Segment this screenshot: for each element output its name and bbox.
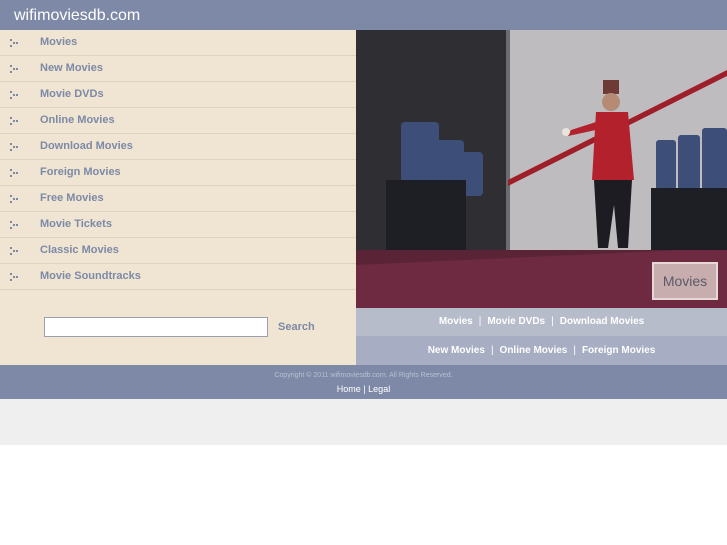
dotted-bullet-icon — [10, 39, 18, 47]
dotted-bullet-icon — [10, 91, 18, 99]
site-header: wifimoviesdb.com — [0, 0, 727, 30]
sidebar-item-movie-soundtracks[interactable]: Movie Soundtracks — [0, 264, 356, 290]
dotted-bullet-icon — [10, 273, 18, 281]
sidebar-item-label[interactable]: Movie DVDs — [40, 88, 104, 100]
dotted-bullet-icon — [10, 117, 18, 125]
hero-image: Movies — [356, 30, 727, 308]
sidebar-item-label[interactable]: Movie Tickets — [40, 218, 112, 230]
sidebar-item-movies[interactable]: Movies — [0, 30, 356, 56]
sidebar-item-label[interactable]: Classic Movies — [40, 244, 119, 256]
dotted-bullet-icon — [10, 169, 18, 177]
link-movies[interactable]: Movies — [439, 316, 473, 327]
search-input[interactable] — [44, 317, 268, 337]
dotted-bullet-icon — [10, 143, 18, 151]
dotted-bullet-icon — [10, 247, 18, 255]
sidebar-item-label[interactable]: Movies — [40, 36, 77, 48]
dotted-bullet-icon — [10, 195, 18, 203]
links-row-secondary: New Movies | Online Movies | Foreign Movies — [356, 336, 727, 365]
footer-home-link[interactable]: Home — [337, 384, 361, 394]
sidebar-nav: Movies New Movies Movie DVDs Online Movi… — [0, 30, 356, 365]
sidebar-item-movie-tickets[interactable]: Movie Tickets — [0, 212, 356, 238]
sidebar-item-new-movies[interactable]: New Movies — [0, 56, 356, 82]
link-online-movies[interactable]: Online Movies — [500, 345, 568, 356]
site-footer: Copyright © 2011 wifimoviesdb.com. All R… — [0, 365, 727, 399]
sidebar-item-foreign-movies[interactable]: Foreign Movies — [0, 160, 356, 186]
bottom-band — [0, 399, 727, 445]
sidebar-item-label[interactable]: Foreign Movies — [40, 166, 121, 178]
sidebar-item-label[interactable]: Online Movies — [40, 114, 115, 126]
link-separator: | — [478, 316, 482, 327]
movies-badge-label: Movies — [662, 273, 708, 289]
footer-separator: | — [363, 384, 366, 394]
link-foreign-movies[interactable]: Foreign Movies — [582, 345, 655, 356]
link-separator: | — [573, 345, 576, 356]
links-row-primary: Movies | Movie DVDs | Download Movies — [356, 308, 727, 336]
sidebar-item-online-movies[interactable]: Online Movies — [0, 108, 356, 134]
footer-legal-link[interactable]: Legal — [368, 384, 390, 394]
copyright-text: Copyright © 2011 wifimoviesdb.com. All R… — [274, 372, 453, 379]
dotted-bullet-icon — [10, 65, 18, 73]
search-button[interactable]: Search — [278, 321, 315, 333]
site-title[interactable]: wifimoviesdb.com — [14, 7, 140, 25]
sidebar-item-label[interactable]: Download Movies — [40, 140, 133, 152]
link-separator: | — [490, 345, 494, 356]
sidebar-item-label[interactable]: Free Movies — [40, 192, 104, 204]
sidebar-item-label[interactable]: Movie Soundtracks — [40, 270, 141, 282]
dotted-bullet-icon — [10, 221, 18, 229]
movies-badge[interactable]: Movies — [652, 262, 718, 300]
sidebar-item-movie-dvds[interactable]: Movie DVDs — [0, 82, 356, 108]
sidebar-item-classic-movies[interactable]: Classic Movies — [0, 238, 356, 264]
link-download-movies[interactable]: Download Movies — [560, 316, 644, 327]
sidebar-item-free-movies[interactable]: Free Movies — [0, 186, 356, 212]
link-movie-dvds[interactable]: Movie DVDs — [487, 316, 545, 327]
footer-links: Home | Legal — [0, 384, 727, 394]
link-new-movies[interactable]: New Movies — [428, 345, 485, 356]
link-separator: | — [551, 316, 554, 327]
sidebar-item-label[interactable]: New Movies — [40, 62, 103, 74]
sidebar-item-download-movies[interactable]: Download Movies — [0, 134, 356, 160]
